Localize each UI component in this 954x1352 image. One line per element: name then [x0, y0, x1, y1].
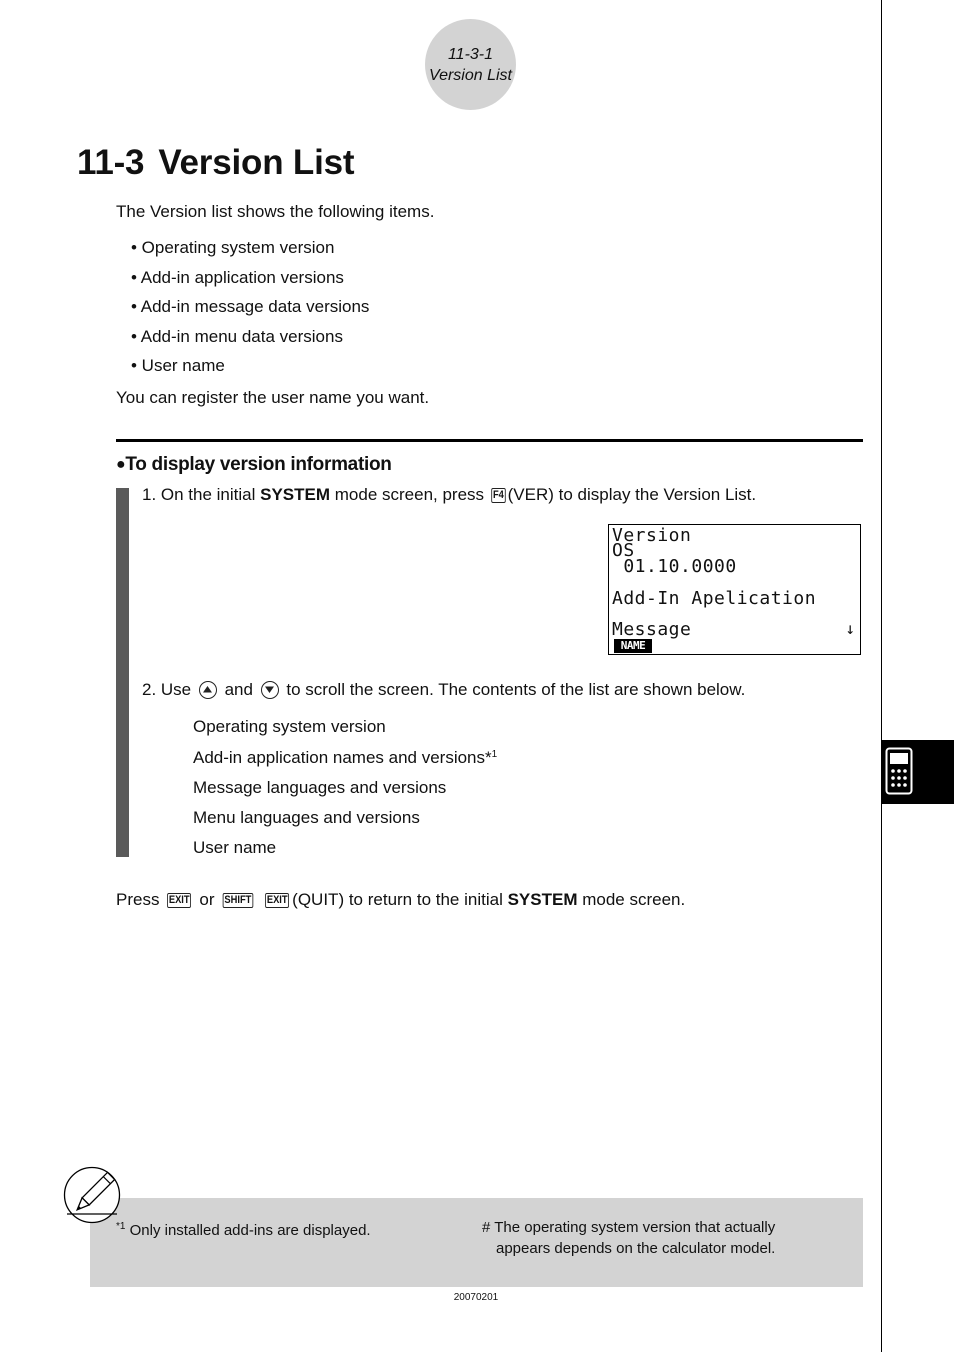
calculator-screen: Version OS 01.10.0000 Add-In Apelication… — [608, 524, 861, 655]
page-title: 11-3 Version List — [77, 143, 355, 183]
footnote-1: *1 Only installed add-ins are displayed. — [116, 1221, 371, 1239]
page-header-title: Version List — [429, 67, 512, 84]
return-instructions: Press EXIT or SHIFT EXIT (QUIT) to return… — [116, 890, 686, 909]
intro-text: The Version list shows the following ite… — [116, 202, 435, 221]
section-number: 11-3 — [77, 143, 145, 182]
contents-item: Add-in application names and versions*1 — [193, 748, 498, 767]
mode-name: SYSTEM — [507, 890, 578, 909]
down-arrow-key-icon — [260, 681, 279, 699]
contents-item: Message languages and versions — [193, 778, 447, 797]
up-arrow-key-icon — [198, 681, 217, 699]
shift-key: SHIFT — [222, 893, 254, 908]
mode-name: SYSTEM — [260, 485, 331, 504]
bullet-icon: ● — [116, 456, 126, 473]
list-item: • Operating system version — [131, 238, 335, 257]
pencil-note-icon — [63, 1166, 121, 1224]
calculator-icon — [885, 747, 913, 795]
list-item: • Add-in menu data versions — [131, 327, 343, 346]
step-1: 1. On the initial SYSTEM mode screen, pr… — [142, 485, 757, 504]
contents-item: Menu languages and versions — [193, 808, 420, 827]
exit-key: EXIT — [264, 893, 290, 908]
chapter-tab — [882, 740, 954, 804]
exit-key: EXIT — [167, 893, 192, 908]
screen-line: Add-In Apelication — [612, 588, 817, 609]
procedure-heading: ●To display version information — [116, 454, 392, 475]
page-number: 11-3-1 — [447, 46, 494, 63]
section-title: Version List — [158, 143, 355, 182]
contents-item: User name — [193, 838, 277, 857]
section-divider — [116, 439, 863, 442]
list-item: • User name — [131, 356, 225, 375]
screen-line: Message — [612, 619, 692, 640]
contents-item: Operating system version — [193, 717, 386, 736]
list-item: • Add-in application versions — [131, 268, 344, 287]
margin-rule — [881, 0, 882, 1352]
step-2: 2. Use and to scroll the screen. The con… — [142, 680, 746, 699]
procedure-side-bar — [116, 488, 129, 857]
scroll-down-arrow-icon: ↓ — [845, 619, 855, 638]
f4-key: F4 — [491, 488, 506, 503]
screen-line: 01.10.0000 — [612, 556, 737, 577]
name-function-key: NAME — [614, 639, 652, 653]
list-item: • Add-in message data versions — [131, 297, 370, 316]
register-text: You can register the user name you want. — [116, 388, 430, 407]
page-header: 11-3-1 Version List — [410, 44, 531, 86]
footer-code: 20070201 — [453, 1292, 499, 1303]
hash-note: # The operating system version that actu… — [482, 1219, 776, 1257]
footnote-ref: 1 — [491, 749, 498, 760]
